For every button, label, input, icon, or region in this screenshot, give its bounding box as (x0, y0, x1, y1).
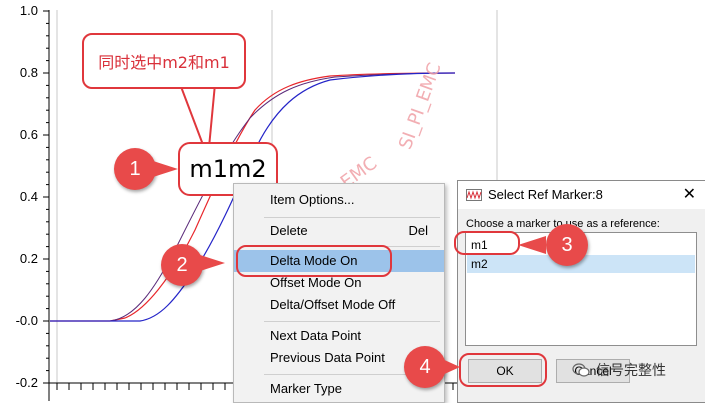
menu-item-options[interactable]: Item Options... (234, 189, 444, 211)
menu-item-delta-offset-off[interactable]: Delta/Offset Mode Off (234, 294, 444, 316)
y-tick-label: 0.4 (19, 189, 38, 204)
y-tick-label: 1.0 (19, 3, 38, 18)
step-arrow-2 (197, 254, 225, 272)
callout-bubble: 同时选中m2和m1 (82, 33, 246, 89)
highlight-ring-ok (459, 353, 547, 387)
wechat-text: 信号完整性 (596, 363, 666, 379)
highlight-ring-m1 (454, 231, 520, 255)
highlight-ring-delta (236, 245, 392, 277)
y-tick-label: -0.2 (15, 375, 38, 390)
wechat-badge: 信号完整性 (572, 360, 666, 380)
y-tick-label: 0.2 (19, 251, 38, 266)
step-arrow-3 (518, 236, 546, 254)
marker-label-text: m1m2 (189, 155, 267, 183)
y-tick-label: -0.0 (15, 313, 38, 328)
wechat-icon (572, 363, 590, 377)
dialog-title: Select Ref Marker:8 (488, 187, 603, 202)
menu-item-next-data-point[interactable]: Next Data Point (234, 325, 444, 347)
y-tick-label: 0.8 (19, 65, 38, 80)
waveform-icon (466, 189, 482, 201)
step-arrow-4 (440, 358, 460, 376)
close-icon[interactable]: ✕ (683, 184, 696, 204)
y-tick-label: 0.6 (19, 127, 38, 142)
step-badge-3: 3 (546, 224, 588, 266)
menu-item-delete[interactable]: Delete Del (234, 220, 444, 242)
callout-text: 同时选中m2和m1 (98, 53, 230, 72)
step-arrow-1 (150, 160, 178, 178)
dialog-titlebar[interactable]: Select Ref Marker:8 ✕ (458, 181, 705, 209)
